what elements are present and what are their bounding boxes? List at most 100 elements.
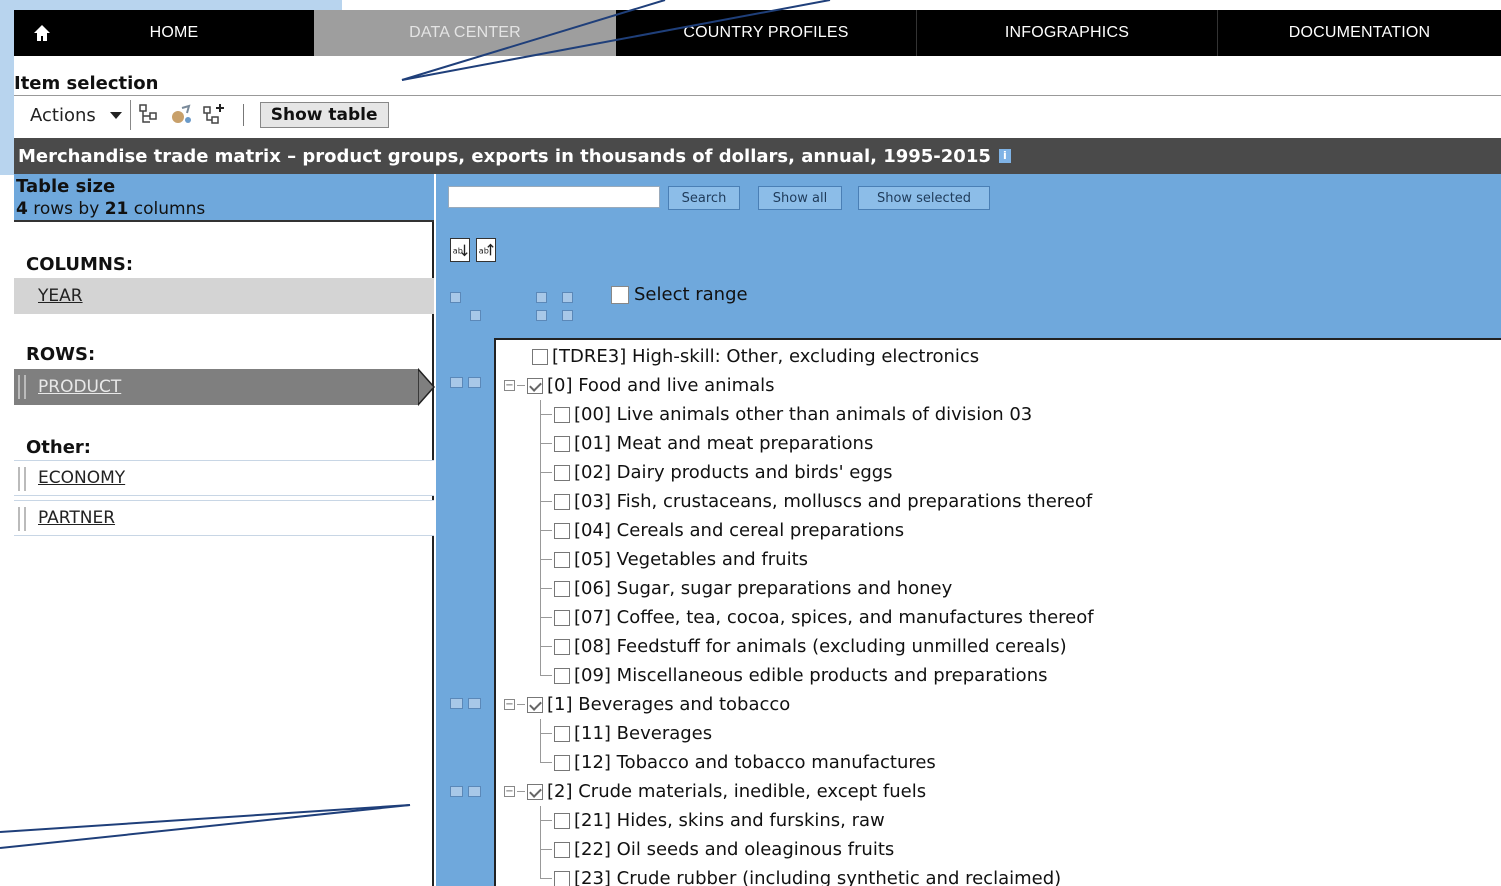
item-checkbox[interactable] (554, 493, 570, 510)
show-selected-button[interactable]: Show selected (858, 186, 990, 210)
columns-text: columns (128, 199, 206, 219)
item-checkbox[interactable] (554, 609, 570, 626)
tree-item-label: [TDRE3] High-skill: Other, excluding ele… (552, 346, 980, 367)
dimension-economy[interactable]: ECONOMY (14, 460, 434, 496)
item-checkbox[interactable] (554, 464, 570, 481)
tree-item[interactable]: [22] Oil seeds and oleaginous fruits (540, 835, 894, 864)
tree-item[interactable]: [09] Miscellaneous edible products and p… (540, 661, 1047, 690)
select-range-checkbox[interactable] (611, 286, 629, 304)
tree-connector (540, 878, 552, 879)
tree-group-item[interactable]: − [1] Beverages and tobacco (504, 690, 790, 719)
item-checkbox[interactable] (554, 551, 570, 568)
drag-handle-icon[interactable] (18, 375, 26, 399)
tree-item[interactable]: [21] Hides, skins and furskins, raw (540, 806, 885, 835)
nav-documentation[interactable]: DOCUMENTATION (1218, 10, 1501, 56)
sort-descending-icon[interactable]: ab (476, 238, 496, 262)
select-level-checkbox[interactable] (536, 292, 547, 303)
tree-item[interactable]: [TDRE3] High-skill: Other, excluding ele… (532, 342, 979, 371)
info-icon[interactable]: i (998, 149, 1011, 163)
tree-group-item[interactable]: − [2] Crude materials, inedible, except f… (504, 777, 926, 806)
tree-connector (540, 443, 552, 444)
drag-handle-icon[interactable] (18, 507, 26, 531)
tree-item[interactable]: [08] Feedstuff for animals (excluding un… (540, 632, 1067, 661)
tree-item[interactable]: [11] Beverages (540, 719, 712, 748)
group-deselect-checkbox[interactable] (468, 698, 481, 709)
group-deselect-checkbox[interactable] (468, 377, 481, 388)
dimension-product-label: PRODUCT (38, 377, 122, 397)
group-select-checkbox[interactable] (450, 698, 463, 709)
tree-connector (517, 704, 525, 705)
svg-text:ab: ab (479, 246, 489, 256)
group-select-checkbox[interactable] (450, 377, 463, 388)
sort-ascending-icon[interactable]: ab (450, 238, 470, 262)
item-checkbox[interactable] (554, 406, 570, 423)
select-range-label: Select range (634, 284, 748, 305)
item-checkbox[interactable] (554, 725, 570, 742)
tree-item[interactable]: [04] Cereals and cereal preparations (540, 516, 904, 545)
item-checkbox[interactable] (554, 522, 570, 539)
item-checkbox[interactable] (554, 841, 570, 858)
item-checkbox[interactable] (527, 783, 543, 800)
tree-item[interactable]: [06] Sugar, sugar preparations and honey (540, 574, 952, 603)
deselect-level-checkbox[interactable] (562, 310, 573, 321)
group-select-checkbox[interactable] (450, 786, 463, 797)
collapse-icon[interactable]: − (504, 786, 515, 797)
add-tree-icon[interactable] (201, 102, 227, 128)
table-size-title: Table size (16, 176, 116, 197)
tree-item-label: [04] Cereals and cereal preparations (574, 520, 905, 541)
actions-dropdown[interactable]: Actions (14, 100, 131, 130)
tree-item-label: [07] Coffee, tea, cocoa, spices, and man… (574, 607, 1094, 628)
tree-item[interactable]: [01] Meat and meat preparations (540, 429, 873, 458)
tree-item[interactable]: [23] Crude rubber (including synthetic a… (540, 864, 1061, 886)
tree-layout-icon[interactable] (137, 102, 163, 128)
pivot-icon[interactable] (169, 102, 195, 128)
item-checkbox[interactable] (554, 754, 570, 771)
deselect-all-checkbox[interactable] (470, 310, 481, 321)
tree-item-label: [0] Food and live animals (547, 375, 775, 396)
nav-country-profiles[interactable]: COUNTRY PROFILES (616, 10, 917, 56)
tree-item[interactable]: [07] Coffee, tea, cocoa, spices, and man… (540, 603, 1094, 632)
nav-infographics[interactable]: INFOGRAPHICS (917, 10, 1218, 56)
columns-label: COLUMNS: (26, 254, 134, 275)
tree-item[interactable]: [02] Dairy products and birds' eggs (540, 458, 893, 487)
item-checkbox[interactable] (527, 377, 543, 394)
tree-item[interactable]: [03] Fish, crustaceans, molluscs and pre… (540, 487, 1092, 516)
select-level-checkbox[interactable] (562, 292, 573, 303)
tree-connector (540, 501, 552, 502)
item-checkbox[interactable] (532, 348, 548, 365)
nav-home[interactable]: HOME (14, 10, 314, 56)
search-button[interactable]: Search (668, 186, 740, 210)
tree-connector (540, 617, 552, 618)
collapse-icon[interactable]: − (504, 380, 515, 391)
decorative-band (0, 0, 342, 10)
row-count: 4 (16, 199, 28, 219)
nav-data-center[interactable]: DATA CENTER (314, 10, 616, 56)
item-checkbox[interactable] (554, 812, 570, 829)
tree-item[interactable]: [12] Tobacco and tobacco manufactures (540, 748, 936, 777)
show-all-button[interactable]: Show all (758, 186, 842, 210)
tree-item[interactable]: [00] Live animals other than animals of … (540, 400, 1032, 429)
show-table-button[interactable]: Show table (259, 102, 389, 128)
item-checkbox[interactable] (554, 638, 570, 655)
tree-group-item[interactable]: − [0] Food and live animals (504, 371, 775, 400)
search-input[interactable] (448, 186, 660, 208)
dimension-product[interactable]: PRODUCT (14, 369, 418, 405)
dimension-year[interactable]: YEAR (14, 278, 434, 314)
item-checkbox[interactable] (527, 696, 543, 713)
collapse-icon[interactable]: − (504, 699, 515, 710)
select-all-checkbox[interactable] (450, 292, 461, 303)
drag-handle-icon[interactable] (18, 467, 26, 491)
item-checkbox[interactable] (554, 667, 570, 684)
tree-connector (540, 820, 552, 821)
dimension-partner[interactable]: PARTNER (14, 500, 434, 536)
tree-item-label: [08] Feedstuff for animals (excluding un… (574, 636, 1067, 657)
deselect-level-checkbox[interactable] (536, 310, 547, 321)
group-deselect-checkbox[interactable] (468, 786, 481, 797)
tree-item[interactable]: [05] Vegetables and fruits (540, 545, 808, 574)
item-checkbox[interactable] (554, 435, 570, 452)
item-checkbox[interactable] (554, 870, 570, 886)
item-checkbox[interactable] (554, 580, 570, 597)
product-tree: [TDRE3] High-skill: Other, excluding ele… (494, 338, 1501, 886)
tree-connector (540, 675, 552, 676)
dimension-year-label: YEAR (38, 286, 83, 306)
